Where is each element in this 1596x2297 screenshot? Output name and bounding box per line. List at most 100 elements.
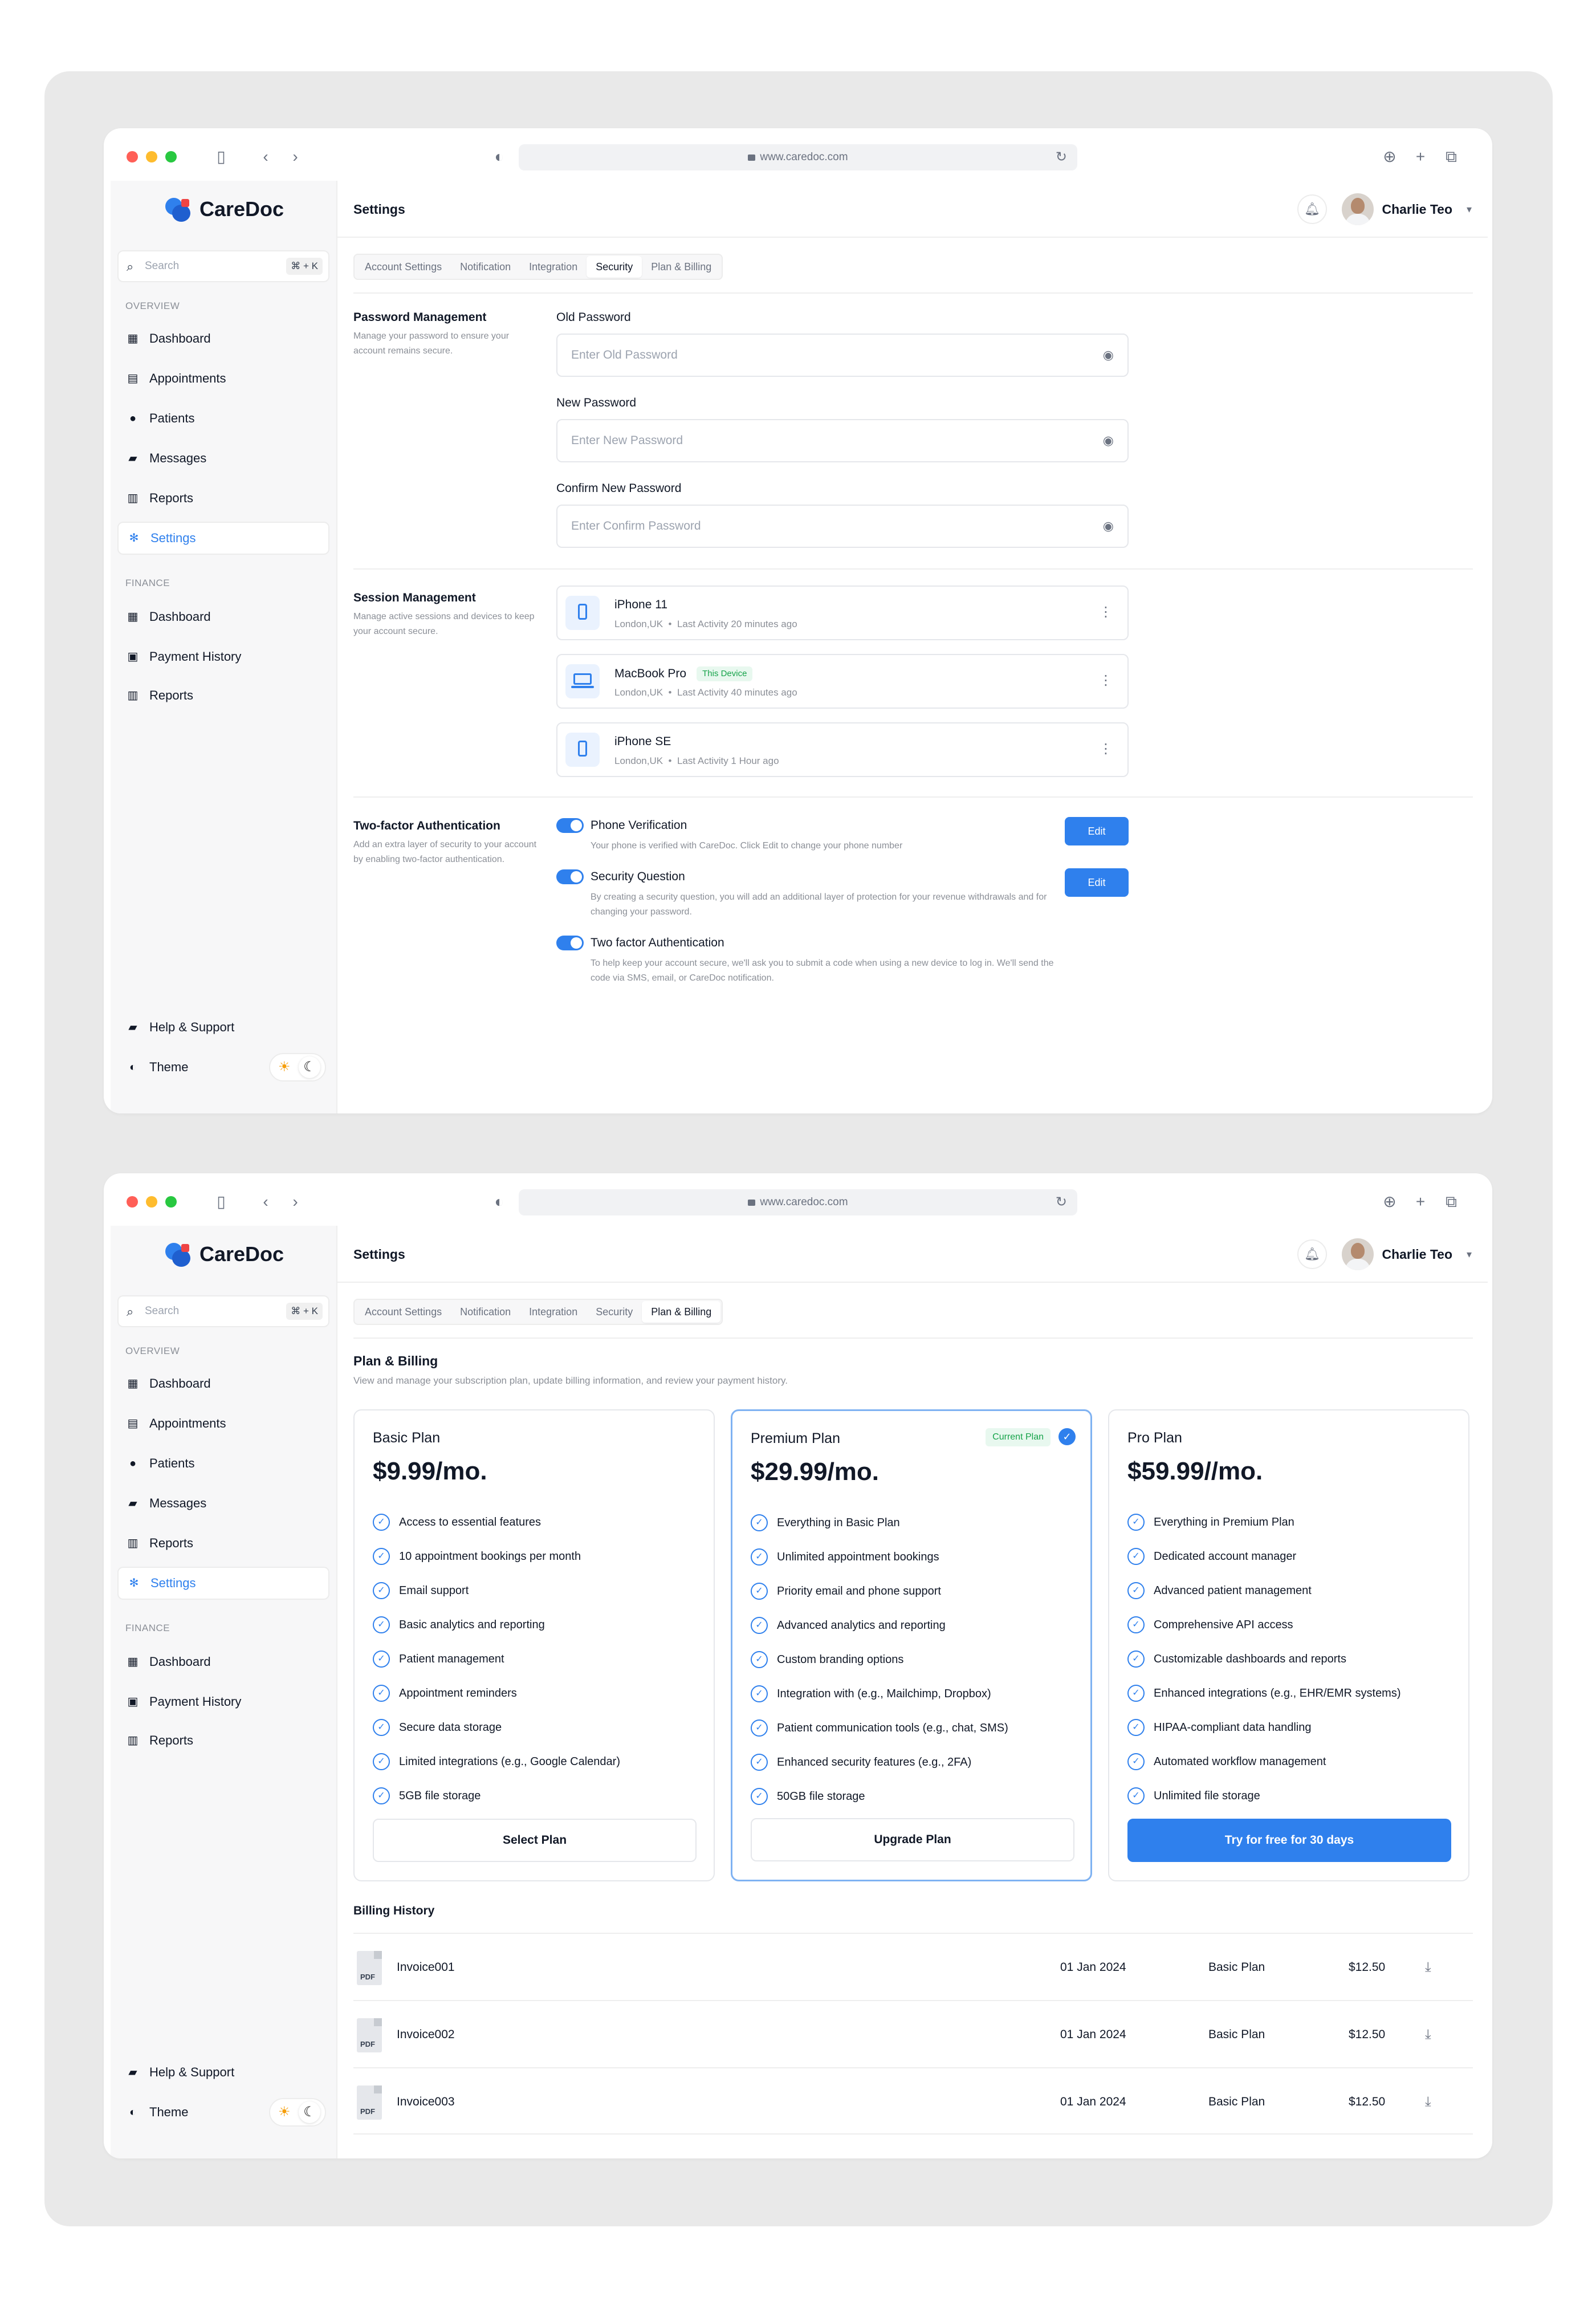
notification-bell-icon[interactable]: 🔔︎ [1297, 1239, 1327, 1269]
phone-verification-toggle[interactable] [556, 818, 584, 833]
moon-icon[interactable]: ☾ [299, 2101, 320, 2123]
sidebar-item-settings[interactable]: ✻ Settings [117, 1567, 329, 1600]
user-name[interactable]: Charlie Teo [1382, 1226, 1452, 1283]
sidebar-item-patients[interactable]: ● Patients [117, 1447, 329, 1480]
free-trial-button[interactable]: Try for free for 30 days [1127, 1819, 1451, 1862]
search-input[interactable]: ⌕ Search ⌘ + K [117, 1295, 329, 1327]
tab-notification[interactable]: Notification [451, 256, 520, 278]
maximize-window-dot[interactable] [165, 151, 177, 162]
session-item[interactable]: MacBook Pro This Device London,UK • Last … [556, 654, 1129, 709]
feature-text: Priority email and phone support [777, 1584, 941, 1597]
caredoc-logo-icon [165, 1241, 193, 1268]
privacy-shield-icon[interactable]: ◐ [490, 148, 508, 166]
two-factor-toggle[interactable] [556, 936, 584, 950]
forward-icon[interactable]: › [286, 148, 304, 166]
more-options-icon[interactable]: ⋮ [1099, 741, 1113, 758]
tab-plan-billing[interactable]: Plan & Billing [642, 256, 720, 278]
download-icon[interactable]: ⊕ [1381, 1193, 1399, 1211]
sun-icon[interactable]: ☀ [278, 2105, 291, 2120]
tabs-overview-icon[interactable]: ⧉ [1442, 1193, 1460, 1211]
minimize-window-dot[interactable] [146, 151, 157, 162]
new-password-field[interactable]: Enter New Password ◉ [556, 419, 1129, 462]
download-icon[interactable]: ⤓ [1425, 1934, 1431, 2001]
tab-security[interactable]: Security [587, 1301, 642, 1323]
sidebar-toggle-icon[interactable]: ▯ [212, 148, 230, 166]
user-name[interactable]: Charlie Teo [1382, 181, 1452, 238]
session-item[interactable]: iPhone 11 London,UK • Last Activity 20 m… [556, 586, 1129, 640]
confirm-password-field[interactable]: Enter Confirm Password ◉ [556, 505, 1129, 548]
sidebar-item-help[interactable]: ▰ Help & Support [117, 2056, 329, 2089]
security-question-toggle[interactable] [556, 869, 584, 884]
tabs-overview-icon[interactable]: ⧉ [1442, 148, 1460, 166]
minimize-window-dot[interactable] [146, 1196, 157, 1208]
tab-account-settings[interactable]: Account Settings [356, 256, 451, 278]
select-plan-button[interactable]: Select Plan [373, 1819, 697, 1862]
tab-integration[interactable]: Integration [520, 256, 587, 278]
sidebar-item-appointments[interactable]: ▤ Appointments [117, 362, 329, 395]
more-options-icon[interactable]: ⋮ [1099, 604, 1113, 621]
sidebar-item-settings[interactable]: ✻ Settings [117, 522, 329, 555]
brand-name: CareDoc [199, 1242, 284, 1266]
sidebar-item-appointments[interactable]: ▤ Appointments [117, 1407, 329, 1440]
sidebar-item-help[interactable]: ▰ Help & Support [117, 1011, 329, 1044]
close-window-dot[interactable] [127, 1196, 138, 1208]
logo[interactable]: CareDoc [165, 1238, 284, 1270]
address-bar[interactable]: www.caredoc.com ↻ [519, 144, 1077, 170]
tab-integration[interactable]: Integration [520, 1301, 587, 1323]
sidebar-item-reports[interactable]: ▥ Reports [117, 482, 329, 515]
eye-icon[interactable]: ◉ [1103, 434, 1114, 448]
download-icon[interactable]: ⤓ [1425, 2001, 1431, 2068]
sidebar-toggle-icon[interactable]: ▯ [212, 1193, 230, 1211]
reload-icon[interactable]: ↻ [1056, 1195, 1067, 1210]
search-input[interactable]: ⌕ Search ⌘ + K [117, 250, 329, 282]
avatar[interactable] [1342, 193, 1374, 225]
theme-toggle[interactable]: ☀ ☾ [269, 1053, 326, 1082]
sidebar-item-dashboard[interactable]: ▦ Dashboard [117, 1367, 329, 1400]
edit-security-question-button[interactable]: Edit [1065, 868, 1129, 897]
more-options-icon[interactable]: ⋮ [1099, 672, 1113, 689]
maximize-window-dot[interactable] [165, 1196, 177, 1208]
logo[interactable]: CareDoc [165, 193, 284, 225]
upgrade-plan-button[interactable]: Upgrade Plan [751, 1818, 1074, 1861]
back-icon[interactable]: ‹ [256, 148, 275, 166]
download-icon[interactable]: ⤓ [1425, 2068, 1431, 2136]
old-password-field[interactable]: Enter Old Password ◉ [556, 334, 1129, 377]
tab-account-settings[interactable]: Account Settings [356, 1301, 451, 1323]
sidebar-item-dashboard[interactable]: ▦ Dashboard [117, 322, 329, 355]
sidebar-item-messages[interactable]: ▰ Messages [117, 442, 329, 475]
sidebar-item-reports[interactable]: ▥ Reports [117, 1527, 329, 1560]
back-icon[interactable]: ‹ [256, 1193, 275, 1211]
download-icon[interactable]: ⊕ [1381, 148, 1399, 166]
forward-icon[interactable]: › [286, 1193, 304, 1211]
sidebar-item-finance-dashboard[interactable]: ▦ Dashboard [117, 600, 329, 633]
moon-icon[interactable]: ☾ [299, 1056, 320, 1078]
new-tab-icon[interactable]: + [1411, 148, 1430, 166]
check-circle-icon: ✓ [751, 1617, 768, 1634]
chevron-down-icon[interactable]: ▾ [1467, 181, 1472, 238]
sidebar-item-finance-reports[interactable]: ▥ Reports [117, 679, 329, 712]
eye-icon[interactable]: ◉ [1103, 519, 1114, 533]
new-tab-icon[interactable]: + [1411, 1193, 1430, 1211]
eye-icon[interactable]: ◉ [1103, 348, 1114, 362]
sidebar-item-payment-history[interactable]: ▣ Payment History [117, 640, 329, 673]
tab-notification[interactable]: Notification [451, 1301, 520, 1323]
session-location: London,UK [614, 687, 663, 698]
close-window-dot[interactable] [127, 151, 138, 162]
avatar[interactable] [1342, 1238, 1374, 1270]
tab-plan-billing[interactable]: Plan & Billing [642, 1301, 721, 1323]
sun-icon[interactable]: ☀ [278, 1060, 291, 1075]
sidebar-item-patients[interactable]: ● Patients [117, 402, 329, 435]
tab-security[interactable]: Security [587, 256, 642, 278]
session-item[interactable]: iPhone SE London,UK • Last Activity 1 Ho… [556, 722, 1129, 777]
address-bar[interactable]: www.caredoc.com ↻ [519, 1189, 1077, 1215]
theme-toggle[interactable]: ☀ ☾ [269, 2098, 326, 2127]
reload-icon[interactable]: ↻ [1056, 150, 1067, 165]
edit-phone-button[interactable]: Edit [1065, 817, 1129, 845]
sidebar-item-payment-history[interactable]: ▣ Payment History [117, 1685, 329, 1718]
sidebar-item-finance-dashboard[interactable]: ▦ Dashboard [117, 1645, 329, 1678]
sidebar-item-finance-reports[interactable]: ▥ Reports [117, 1724, 329, 1757]
chevron-down-icon[interactable]: ▾ [1467, 1226, 1472, 1283]
privacy-shield-icon[interactable]: ◐ [490, 1193, 508, 1211]
sidebar-item-messages[interactable]: ▰ Messages [117, 1487, 329, 1520]
notification-bell-icon[interactable]: 🔔︎ [1297, 194, 1327, 224]
